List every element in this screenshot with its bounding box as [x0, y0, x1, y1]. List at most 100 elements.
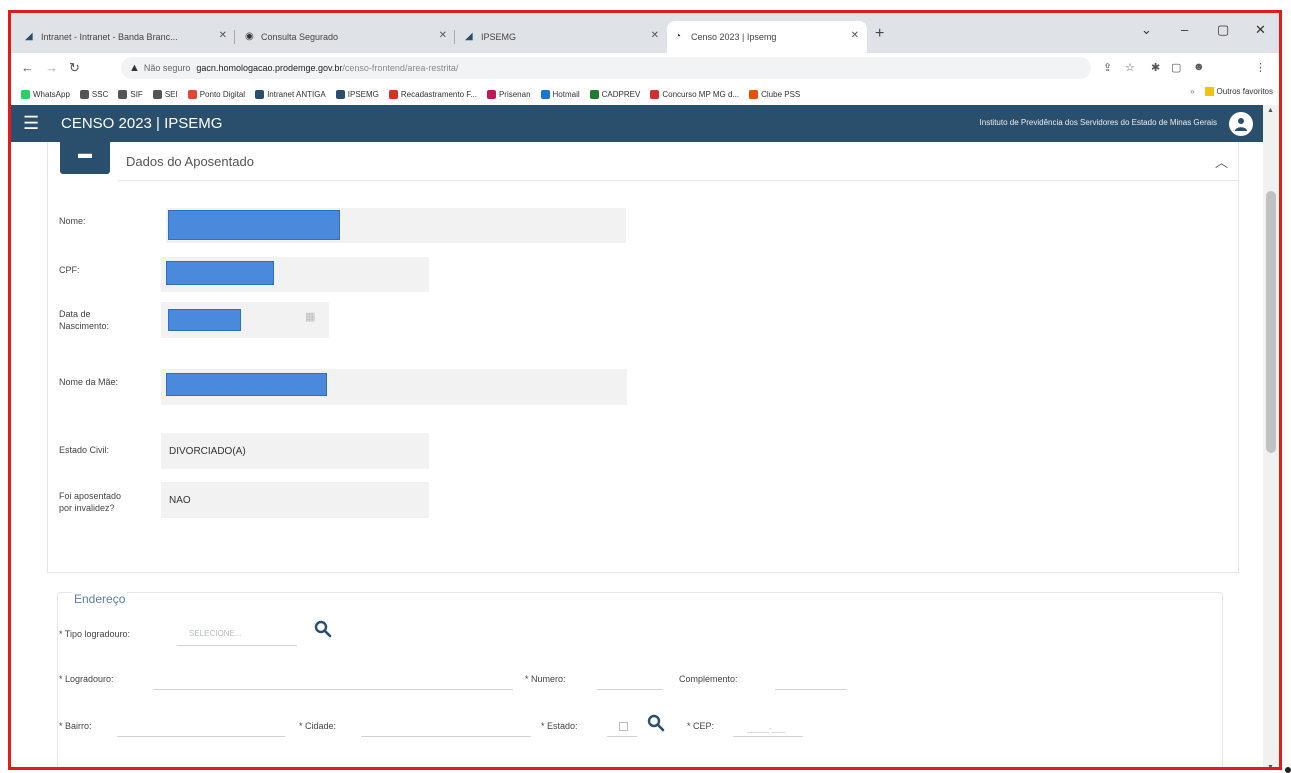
bookmark-item[interactable]: SIF [118, 89, 143, 99]
tab-strip: ◢ Intranet - Intranet - Banda Branc... ✕… [11, 13, 1279, 53]
user-icon [1235, 118, 1247, 131]
back-arrow-icon[interactable]: ← [21, 60, 34, 75]
window-close-button[interactable]: ✕ [1255, 22, 1266, 38]
close-icon[interactable]: ✕ [439, 30, 447, 41]
bookmark-item[interactable]: WhatsApp [21, 89, 70, 99]
tab-consulta-segurado[interactable]: ◉ Consulta Segurado ✕ [237, 21, 455, 53]
profile-icon[interactable]: ☻ [1193, 61, 1205, 73]
other-bookmarks[interactable]: » Outros favoritos [1190, 87, 1273, 96]
nascimento-label: Data de Nascimento: [59, 309, 110, 331]
chevron-up-icon[interactable]: ︿ [1215, 152, 1228, 171]
close-icon[interactable]: ✕ [219, 30, 227, 41]
bookmark-item[interactable]: Prisenan [486, 89, 531, 99]
app-title: CENSO 2023 | IPSEMG [61, 115, 223, 132]
bairro-input[interactable] [117, 736, 285, 737]
tab-label: Intranet - Intranet - Banda Branc... [41, 32, 178, 42]
extensions-icon[interactable]: ✱ [1151, 61, 1160, 74]
bookmark-item[interactable]: Clube PSS [749, 89, 800, 99]
maximize-button[interactable]: ▢ [1217, 22, 1229, 38]
redacted-block [166, 261, 274, 285]
close-icon[interactable]: ✕ [851, 30, 859, 41]
bookmark-label: IPSEMG [347, 89, 379, 99]
bookmark-label: Intranet ANTIGA [267, 89, 326, 99]
bookmark-favicon-icon [650, 89, 660, 99]
bookmark-label: Concurso MP MG d... [662, 89, 740, 99]
tab-search-icon[interactable]: ⌄ [1141, 22, 1152, 38]
id-card-icon: ▬ [60, 136, 110, 174]
bookmark-favicon-icon [589, 89, 599, 99]
url-input[interactable]: ▲ Não seguro gacn.homologacao.prodemge.g… [121, 57, 1091, 79]
minimize-button[interactable]: – [1181, 22, 1188, 37]
tab-censo[interactable]: ◔ Censo 2023 | Ipsemg ✕ [667, 21, 867, 53]
kebab-menu-icon[interactable]: ⋮ [1255, 61, 1266, 74]
estado-label: * Estado: [541, 721, 578, 731]
scroll-down-arrow-icon[interactable]: ▼ [1267, 764, 1274, 767]
reload-icon[interactable]: ↻ [69, 60, 80, 76]
complemento-label: Complemento: [679, 674, 738, 684]
endereco-section: Endereço [57, 592, 1223, 767]
bookmark-item[interactable]: IPSEMG [335, 89, 379, 99]
scroll-up-arrow-icon[interactable]: ▲ [1267, 107, 1274, 114]
numero-input[interactable] [597, 689, 663, 690]
forward-arrow-icon[interactable]: → [45, 60, 58, 75]
bookmark-item[interactable]: Ponto Digital [187, 89, 245, 99]
endereco-title: Endereço [72, 592, 128, 606]
tab-label: Censo 2023 | Ipsemg [691, 32, 777, 42]
avatar[interactable] [1229, 112, 1253, 136]
cep-label: * CEP: [687, 721, 715, 731]
invalidez-label: Foi aposentado por invalidez? [59, 491, 122, 513]
bookmark-label: Prisenan [498, 89, 531, 99]
logradouro-label: * Logradouro: [59, 674, 114, 684]
bookmark-favicon-icon [187, 89, 197, 99]
app-header: ☰ CENSO 2023 | IPSEMG Instituto de Previ… [11, 105, 1263, 142]
bookmark-item[interactable]: CADPREV [589, 89, 640, 99]
bookmark-label: Hotmail [552, 89, 580, 99]
estado-select[interactable] [619, 722, 628, 731]
bookmark-item[interactable]: Hotmail [540, 89, 580, 99]
url-path: /censo-frontend/area-restrita/ [342, 63, 459, 73]
bookmark-item[interactable]: SSC [79, 89, 108, 99]
tipo-logradouro-label: * Tipo logradouro: [59, 629, 131, 639]
vertical-scrollbar[interactable]: ▲ ▼ [1263, 105, 1279, 767]
tab-label: IPSEMG [481, 32, 517, 42]
bookmark-item[interactable]: Intranet ANTIGA [255, 89, 326, 99]
other-bookmarks-label: Outros favoritos [1216, 87, 1273, 96]
bookmark-favicon-icon [486, 89, 496, 99]
nome-label: Nome: [59, 216, 86, 226]
calendar-icon: ▦ [305, 311, 316, 323]
share-icon[interactable]: ⇪ [1103, 61, 1112, 74]
loading-icon: ◔ [675, 31, 682, 42]
bairro-label: * Bairro: [59, 721, 92, 731]
star-icon[interactable]: ☆ [1125, 61, 1135, 74]
bookmark-favicon-icon [118, 89, 128, 99]
logradouro-input[interactable] [153, 689, 513, 690]
bookmark-favicon-icon [540, 89, 550, 99]
tab-intranet[interactable]: ◢ Intranet - Intranet - Banda Branc... ✕ [17, 21, 235, 53]
bookmarks-bar: WhatsApp SSC SIF SEI Ponto Digital Intranet A… [11, 83, 1279, 106]
bookmark-favicon-icon [21, 89, 30, 99]
tab-ipsemg[interactable]: ◢ IPSEMG ✕ [457, 21, 667, 53]
new-tab-button[interactable]: + [875, 25, 884, 43]
bookmark-item[interactable]: SEI [152, 89, 178, 99]
search-icon[interactable] [647, 714, 665, 737]
close-icon[interactable]: ✕ [651, 30, 659, 41]
bookmark-item[interactable]: Recadastramento F... [388, 89, 477, 99]
bookmark-favicon-icon [79, 89, 89, 99]
bookmark-item[interactable]: Concurso MP MG d... [650, 89, 740, 99]
search-icon[interactable] [314, 620, 332, 643]
numero-label: * Numero: [525, 674, 566, 684]
chevron-right-icon[interactable]: » [1190, 87, 1194, 96]
hamburger-menu-icon[interactable]: ☰ [23, 113, 43, 134]
tab-label: Consulta Segurado [261, 32, 339, 42]
complemento-input[interactable] [775, 689, 847, 690]
cep-input[interactable]: _____-___ [747, 724, 785, 733]
redacted-block [168, 210, 340, 240]
tipo-logradouro-select[interactable]: SELECIONE... [189, 629, 241, 638]
main-content: ▬ Dados do Aposentado ︿ Nome: CPF: Data … [11, 136, 1263, 767]
sidebar-icon[interactable]: ▢ [1171, 61, 1181, 74]
redacted-block [168, 309, 241, 331]
scrollbar-thumb[interactable] [1266, 191, 1276, 453]
section-title: Dados do Aposentado [126, 154, 254, 169]
bookmark-favicon-icon [152, 89, 162, 99]
cidade-input[interactable] [361, 736, 531, 737]
